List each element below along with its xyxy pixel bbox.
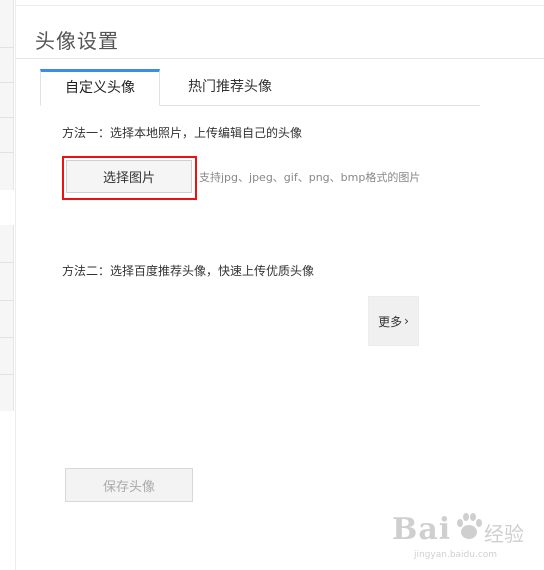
- left-sidebar-rail: [0, 0, 15, 570]
- sidebar-divider: [0, 152, 14, 153]
- page-title: 头像设置: [35, 29, 119, 53]
- tab-popular-avatars[interactable]: 热门推荐头像: [175, 69, 285, 106]
- avatar-tabs: 自定义头像 热门推荐头像: [40, 69, 480, 106]
- sidebar-divider: [0, 262, 14, 263]
- sidebar-divider: [0, 117, 14, 118]
- more-avatars-button[interactable]: 更多 ›: [368, 296, 419, 346]
- chevron-right-icon: ›: [404, 314, 409, 328]
- more-button-label: 更多: [378, 314, 403, 329]
- panel-top-border: [15, 5, 544, 6]
- method-one-text: 方法一：选择本地照片，上传编辑自己的头像: [62, 126, 303, 140]
- title-divider: [15, 58, 544, 59]
- method-two-text: 方法二：选择百度推荐头像，快速上传优质头像: [62, 264, 315, 278]
- sidebar-divider: [0, 47, 14, 48]
- watermark-suffix-text: 经验: [484, 522, 524, 546]
- tab-custom-avatar[interactable]: 自定义头像: [40, 69, 160, 106]
- sidebar-divider: [0, 337, 14, 338]
- watermark-site-text: jingyan.baidu.com: [414, 550, 498, 560]
- sidebar-divider: [0, 82, 14, 83]
- baidu-jingyan-watermark: Bai 经验 jingyan.baidu.com: [392, 510, 540, 568]
- watermark-logo-text: Bai: [392, 512, 452, 547]
- save-avatar-button[interactable]: 保存头像: [65, 468, 193, 502]
- sidebar-block-top: [0, 0, 14, 190]
- baidu-paw-icon: [457, 513, 482, 539]
- choose-image-button[interactable]: 选择图片: [66, 160, 192, 193]
- sidebar-divider: [0, 300, 14, 301]
- sidebar-block-bottom: [0, 225, 14, 411]
- sidebar-divider: [0, 374, 14, 375]
- format-hint-text: 支持jpg、jpeg、gif、png、bmp格式的图片: [199, 171, 421, 184]
